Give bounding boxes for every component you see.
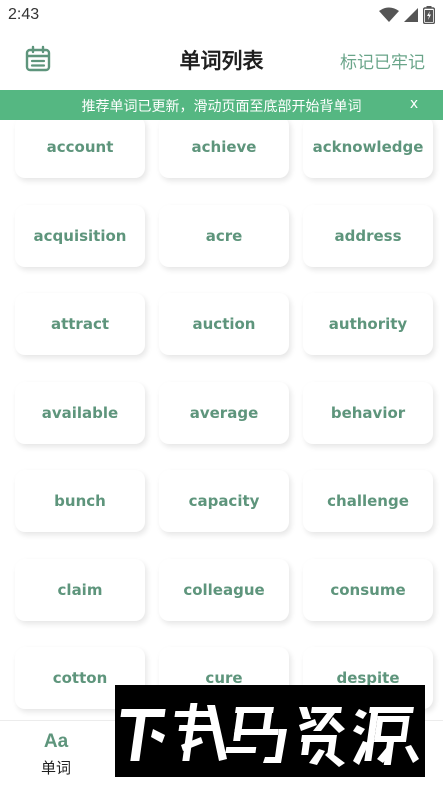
- nav-label-words: 单词: [40, 759, 71, 777]
- nav-item-words[interactable]: Aa 单词: [20, 731, 92, 778]
- word-card[interactable]: average: [159, 382, 289, 444]
- word-card[interactable]: consume: [303, 559, 433, 621]
- wifi-icon: [379, 7, 399, 22]
- word-card[interactable]: authority: [303, 293, 433, 355]
- word-card[interactable]: address: [303, 205, 433, 267]
- app-header: 单词列表 标记已牢记: [0, 30, 443, 88]
- word-card[interactable]: behavior: [303, 382, 433, 444]
- word-card[interactable]: attract: [15, 293, 145, 355]
- word-card[interactable]: claim: [15, 559, 145, 621]
- notice-text: 推荐单词已更新，滑动页面至底部开始背单词: [81, 99, 362, 115]
- calendar-icon[interactable]: [24, 45, 52, 73]
- word-card[interactable]: colleague: [159, 559, 289, 621]
- status-icons: [379, 5, 435, 25]
- screen: 2:43 单词列表 标记已牢记 推荐单词已更新，滑动页面至底部开始背单词 x a…: [0, 0, 443, 787]
- word-card[interactable]: challenge: [303, 470, 433, 532]
- notice-close-button[interactable]: x: [407, 96, 421, 112]
- status-time: 2:43: [8, 6, 40, 23]
- signal-icon: [404, 8, 418, 22]
- watermark-logo: [115, 685, 425, 777]
- word-card[interactable]: available: [15, 382, 145, 444]
- word-card[interactable]: acquisition: [15, 205, 145, 267]
- word-card[interactable]: achieve: [159, 120, 289, 178]
- mark-memorized-button[interactable]: 标记已牢记: [340, 48, 425, 73]
- word-grid: account achieve acknowledge acquisition …: [0, 120, 443, 720]
- status-bar: 2:43: [0, 0, 443, 30]
- word-card[interactable]: capacity: [159, 470, 289, 532]
- aa-icon: Aa: [43, 731, 69, 752]
- update-notice-banner: 推荐单词已更新，滑动页面至底部开始背单词 x: [0, 90, 443, 120]
- battery-icon: [423, 6, 435, 24]
- word-card[interactable]: account: [15, 120, 145, 178]
- word-card[interactable]: auction: [159, 293, 289, 355]
- word-card[interactable]: acre: [159, 205, 289, 267]
- word-card[interactable]: acknowledge: [303, 120, 433, 178]
- word-card[interactable]: bunch: [15, 470, 145, 532]
